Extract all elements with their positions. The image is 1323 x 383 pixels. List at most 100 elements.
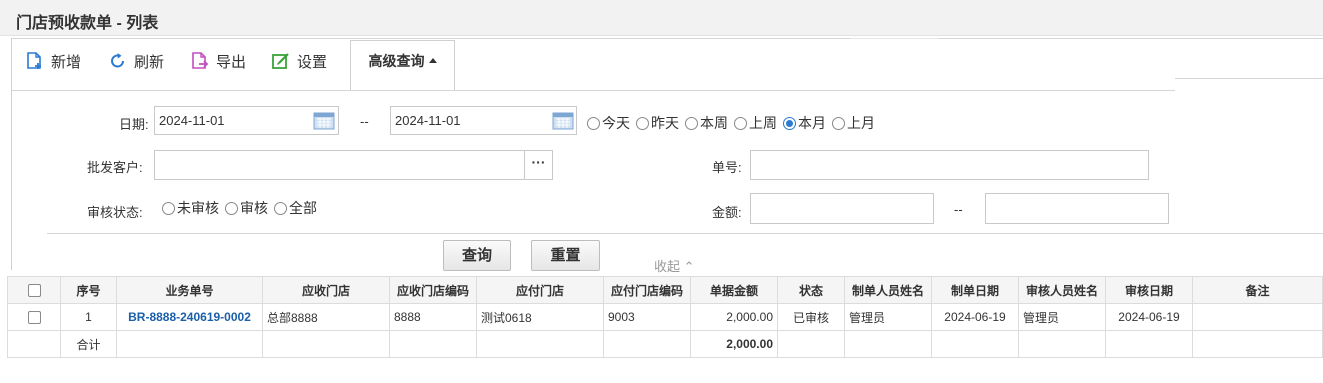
status-label: 审核状态: [87,205,143,220]
table-row[interactable]: 1 BR-8888-240619-0002 总部8888 8888 测试0618 9003… [7,303,1323,331]
tab-advanced-query-label: 高级查询 [368,53,425,69]
row-checkbox[interactable] [27,311,41,325]
status-option-label: 未审核 [177,200,219,216]
status-radio[interactable] [225,201,238,215]
number-field[interactable] [750,150,1149,180]
settings-button[interactable]: 设置 [271,50,327,72]
calendar-from-icon[interactable] [313,110,335,130]
refresh-button[interactable]: 刷新 [108,50,164,72]
column-header[interactable]: 制单日期 [931,276,1019,304]
tab-advanced-query[interactable]: 高级查询 [350,40,455,91]
row-select-cell[interactable] [7,303,61,331]
customer-lookup-button[interactable]: ··· [524,150,553,180]
table-cell-note [1192,303,1323,331]
totals-empty-cell [1192,330,1323,358]
date-range-radio[interactable] [734,116,747,130]
status-option-label: 全部 [289,200,317,216]
date-separator: -- [360,114,369,129]
table-cell-seq: 1 [60,303,117,331]
export-button[interactable]: 导出 [190,50,246,72]
date-range-option-label: 今天 [602,115,630,131]
customer-label: 批发客户: [87,160,143,175]
date-range-option[interactable]: 本月 [783,113,826,133]
date-range-option-label: 本周 [700,115,728,131]
new-button-label: 新增 [51,53,82,71]
table-header-row: 序号 业务单号 应收门店 应收门店编码 应付门店 应付门店编码 单据金额 状态 制单人员姓名 制单… [7,276,1323,304]
date-to-field[interactable]: 2024-11-01 [390,106,577,135]
page-header: 门店预收款单 - 列表 [0,0,1323,36]
number-label: 单号: [712,160,742,175]
column-header[interactable]: 制单人员姓名 [844,276,932,304]
date-range-radio[interactable] [587,116,600,130]
table-cell-creator: 管理员 [844,303,932,331]
column-header[interactable]: 业务单号 [116,276,263,304]
select-all-checkbox[interactable] [27,284,41,298]
status-option[interactable]: 审核 [225,198,268,218]
table-cell-recv-store: 总部8888 [262,303,390,331]
status-option[interactable]: 未审核 [162,198,219,218]
date-range-radio[interactable] [783,116,796,130]
status-option[interactable]: 全部 [274,198,317,218]
query-button[interactable]: 查询 [443,240,511,271]
table-cell-pay-store: 测试0618 [476,303,604,331]
date-range-option[interactable]: 上周 [734,113,777,133]
column-header[interactable]: 审核日期 [1105,276,1193,304]
totals-empty-cell [844,330,932,358]
date-range-radio[interactable] [636,116,649,130]
totals-empty-cell [777,330,845,358]
table-cell-created: 2024-06-19 [931,303,1019,331]
amount-to-field[interactable] [985,193,1169,224]
export-icon [192,52,209,69]
totals-empty-cell [603,330,691,358]
total-amount: 2,000.00 [690,330,778,358]
table-cell-pay-code: 9003 [603,303,691,331]
panel-right-divider [1175,78,1323,79]
totals-empty-cell [476,330,604,358]
table-cell-recv-code: 8888 [389,303,477,331]
table-cell-amount: 2,000.00 [690,303,778,331]
new-doc-icon [27,52,41,69]
amount-from-field[interactable] [750,193,934,224]
date-range-radio[interactable] [685,116,698,130]
caret-up-icon [428,58,437,63]
reset-button[interactable]: 重置 [531,240,600,271]
column-header[interactable]: 备注 [1192,276,1323,304]
date-range-option[interactable]: 本周 [685,113,728,133]
column-header[interactable]: 应付门店编码 [603,276,691,304]
column-header[interactable]: 审核人员姓名 [1018,276,1106,304]
total-label: 合计 [60,330,117,358]
results-table: 序号 业务单号 应收门店 应收门店编码 应付门店 应付门店编码 单据金额 状态 制单人员姓名 制单… [7,276,1323,358]
date-range-option-label: 本月 [798,115,826,131]
column-header[interactable]: 序号 [60,276,117,304]
doc-number-link[interactable]: BR-8888-240619-0002 [116,303,263,331]
date-range-option-label: 上月 [847,115,875,131]
totals-empty-cell [116,330,263,358]
settings-button-label: 设置 [297,53,328,71]
totals-empty-cell [389,330,477,358]
date-range-radio[interactable] [832,116,845,130]
collapse-toggle[interactable]: 收起 ⌃ [654,256,695,275]
column-header[interactable]: 应收门店编码 [389,276,477,304]
customer-field[interactable] [154,150,525,180]
date-range-option[interactable]: 昨天 [636,113,679,133]
status-radio[interactable] [162,201,175,215]
date-from-field[interactable]: 2024-11-01 [154,106,339,135]
column-header[interactable]: 应付门店 [476,276,604,304]
toolbar-divider [12,90,1175,91]
date-range-option[interactable]: 上月 [832,113,875,133]
column-header[interactable]: 状态 [777,276,845,304]
select-all-cell[interactable] [7,276,61,304]
refresh-icon [111,53,124,68]
totals-empty-cell [931,330,1019,358]
column-header[interactable]: 应收门店 [262,276,390,304]
calendar-to-icon[interactable] [552,110,574,130]
date-label: 日期: [119,117,149,132]
form-divider [47,233,1323,234]
new-button[interactable]: 新增 [25,50,81,72]
status-options: 未审核 审核 全部 [162,198,323,218]
date-range-option[interactable]: 今天 [587,113,630,133]
totals-empty-cell [1105,330,1193,358]
column-header[interactable]: 单据金额 [690,276,778,304]
export-button-label: 导出 [216,53,247,71]
status-radio[interactable] [274,201,287,215]
